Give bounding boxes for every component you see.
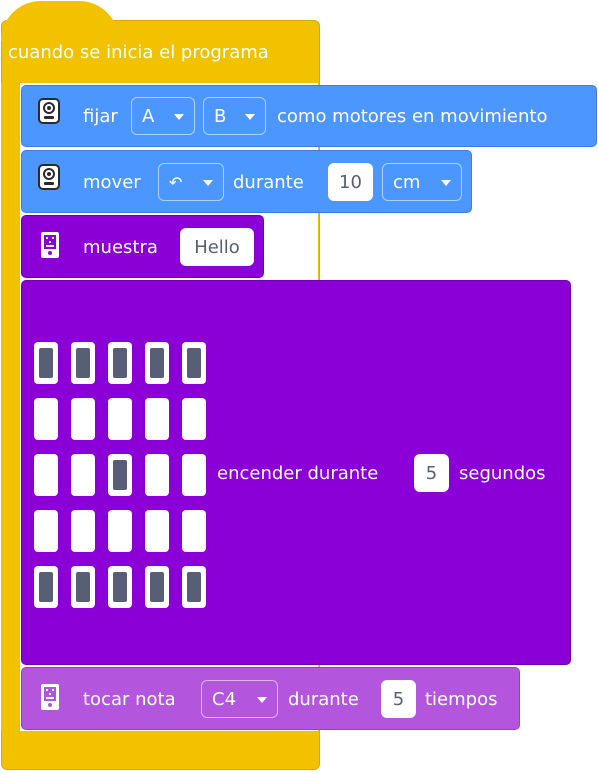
led-cell[interactable] [34,454,58,496]
led-cell[interactable] [182,510,206,552]
set-motors-block[interactable]: fijar A B como motores en movimiento [21,85,597,147]
chevron-down-icon [441,180,451,186]
led-cell[interactable] [108,510,132,552]
led-cell[interactable] [71,510,95,552]
show-text-input[interactable]: Hello [180,228,254,266]
unit-dropdown[interactable]: cm [382,163,462,201]
led-cell[interactable] [71,342,95,384]
led-cell[interactable] [145,510,169,552]
robot-face-icon [38,164,60,194]
motor-left-value: A [142,105,155,127]
direction-dropdown[interactable]: ↶ [158,163,224,201]
note-value: C4 [212,688,237,710]
rotate-left-icon: ↶ [169,172,183,192]
play-note-suffix: tiempos [425,689,498,710]
hat-label: cuando se inicia el programa [8,42,269,63]
move-label: mover [83,172,141,193]
led-cell[interactable] [182,454,206,496]
led-cell[interactable] [182,342,206,384]
note-dropdown[interactable]: C4 [201,680,278,718]
robot-face-icon [38,98,60,128]
led-grid[interactable] [34,342,208,608]
show-label: muestra [83,237,158,258]
show-text-block[interactable]: muestra Hello [21,215,264,278]
led-matrix-icon [40,231,60,263]
move-block[interactable]: mover ↶ durante 10 cm [21,150,472,213]
move-amount-input[interactable]: 10 [328,163,373,201]
led-cell[interactable] [34,510,58,552]
led-cell[interactable] [71,566,95,608]
set-motors-label: fijar [83,106,118,127]
chevron-down-icon [257,697,267,703]
led-cell[interactable] [108,398,132,440]
chevron-down-icon [245,114,255,120]
chevron-down-icon [203,180,213,186]
led-cell[interactable] [34,566,58,608]
led-cell[interactable] [34,342,58,384]
light-up-seconds-input[interactable]: 5 [414,454,449,492]
play-note-middle-label: durante [288,689,359,710]
led-cell[interactable] [108,454,132,496]
led-cell[interactable] [145,566,169,608]
led-cell[interactable] [108,342,132,384]
led-cell[interactable] [145,342,169,384]
light-up-suffix: segundos [459,463,546,484]
beats-input[interactable]: 5 [381,680,416,718]
unit-value: cm [393,171,421,193]
led-matrix-icon [40,683,60,715]
hat-top-cap [1,1,119,41]
motor-right-value: B [214,105,227,127]
play-note-block[interactable]: tocar nota C4 durante 5 tiempos [21,667,520,730]
led-cell[interactable] [182,398,206,440]
light-up-matrix-block[interactable]: encender durante 5 segundos [21,280,571,665]
led-cell[interactable] [145,454,169,496]
led-cell[interactable] [71,454,95,496]
chevron-down-icon [174,114,184,120]
led-cell[interactable] [71,398,95,440]
led-cell[interactable] [145,398,169,440]
led-cell[interactable] [108,566,132,608]
led-cell[interactable] [182,566,206,608]
motor-right-dropdown[interactable]: B [203,97,266,135]
motor-left-dropdown[interactable]: A [131,97,195,135]
led-cell[interactable] [34,398,58,440]
hat-arm-left [1,83,20,731]
set-motors-suffix: como motores en movimiento [277,106,548,127]
light-up-label: encender durante [217,463,379,484]
move-middle-label: durante [233,172,304,193]
play-note-label: tocar nota [83,689,176,710]
